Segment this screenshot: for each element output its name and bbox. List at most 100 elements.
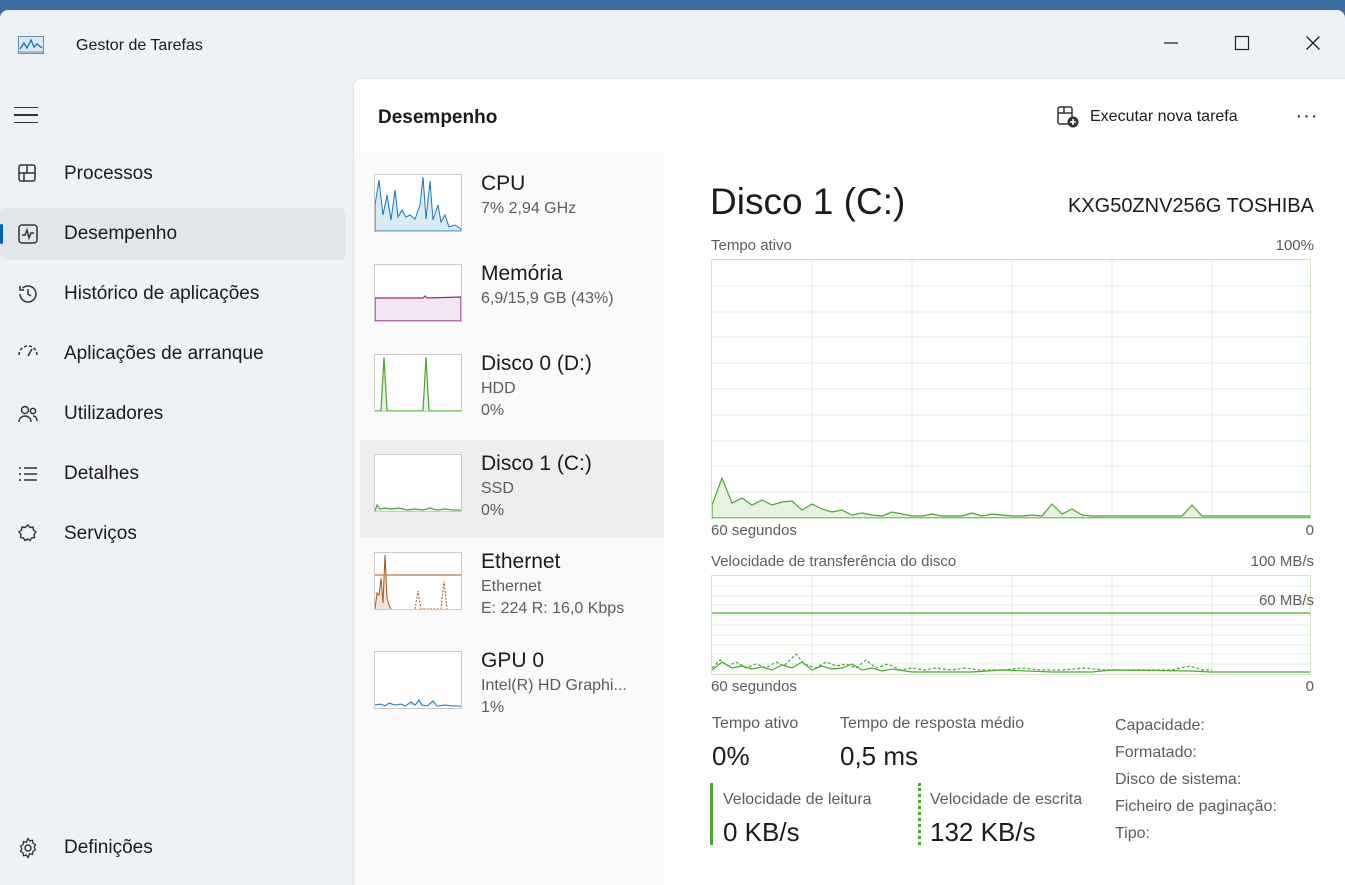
memory-mini-chart — [375, 295, 461, 321]
run-new-task-label: Executar nova tarefa — [1090, 108, 1238, 125]
ethernet-mini-chart — [375, 554, 461, 609]
startup-icon — [18, 345, 38, 357]
nav-label: Histórico de aplicações — [64, 283, 260, 304]
run-new-task-button[interactable]: Executar nova tarefa — [1056, 103, 1238, 131]
active-time-graph-timespan: 60 segundos — [711, 522, 797, 539]
performance-icon — [18, 224, 38, 244]
services-icon — [18, 524, 37, 542]
new-task-icon — [1057, 106, 1079, 128]
close-icon — [1306, 36, 1320, 50]
nav-label: Detalhes — [64, 463, 139, 484]
resource-name: Memória — [481, 262, 563, 285]
transfer-rate-graph-timespan: 60 segundos — [711, 678, 797, 695]
system-disk-label: Disco de sistema: — [1115, 771, 1242, 788]
resource-usage: 1% — [481, 699, 505, 716]
resource-name: CPU — [481, 172, 526, 195]
resource-disk-0[interactable]: Disco 0 (D:) HDD 0% — [360, 340, 666, 438]
write-speed-value: 132 KB/s — [930, 817, 1036, 847]
resource-detail: HDD — [481, 380, 516, 397]
formatted-label: Formatado: — [1115, 744, 1197, 761]
read-speed-label: Velocidade de leitura — [723, 791, 872, 808]
nav-item-utilizadores[interactable]: Utilizadores — [0, 388, 346, 440]
disk-title: Disco 1 (C:) — [710, 181, 906, 222]
read-speed-value: 0 KB/s — [723, 817, 800, 847]
active-time-graph — [711, 259, 1311, 519]
transfer-rate-graph-midline: 60 MB/s — [1258, 592, 1314, 609]
nav-item-processos[interactable]: Processos — [0, 148, 346, 200]
resource-gpu-0[interactable]: GPU 0 Intel(R) HD Graphi... 1% — [360, 637, 666, 735]
active-time-graph-label: Tempo ativo — [711, 237, 792, 254]
resource-name: Disco 0 (D:) — [481, 352, 592, 375]
nav-item-servicos[interactable]: Serviços — [0, 508, 346, 560]
capacity-label: Capacidade: — [1115, 717, 1205, 734]
resource-detail: Intel(R) HD Graphi... — [481, 677, 627, 694]
disk-model: KXG50ZNV256G TOSHIBA — [1067, 195, 1314, 217]
nav-item-definicoes[interactable]: Definições — [0, 822, 346, 874]
disk0-mini-chart — [375, 356, 461, 411]
maximize-button[interactable] — [1219, 20, 1265, 66]
task-manager-window: Gestor de Tarefas Processos Desempenho H… — [0, 10, 1345, 885]
cpu-thumbnail-graph — [374, 174, 462, 232]
nav-label: Desempenho — [64, 223, 178, 244]
nav-item-historico[interactable]: Histórico de aplicações — [0, 268, 346, 320]
resource-usage: 0% — [481, 502, 505, 519]
content-panel: Desempenho Executar nova tarefa ··· CPU … — [353, 78, 1345, 885]
hamburger-icon-line — [14, 121, 38, 124]
transfer-rate-graph-max: 100 MB/s — [1250, 553, 1314, 570]
gpu-thumbnail-graph — [374, 651, 462, 709]
resource-detail: 7% 2,94 GHz — [481, 200, 577, 217]
page-file-label: Ficheiro de paginação: — [1115, 798, 1277, 815]
resource-name: Disco 1 (C:) — [481, 452, 592, 475]
active-time-graph-max: 100% — [1275, 237, 1314, 254]
gear-icon — [19, 837, 37, 859]
hamburger-icon-line — [14, 106, 38, 109]
task-manager-app-icon — [18, 36, 44, 54]
disk-detail-panel: Disco 1 (C:) KXG50ZNV256G TOSHIBA Tempo … — [664, 153, 1345, 885]
ethernet-thumbnail-graph — [374, 552, 462, 610]
nav-item-arranque[interactable]: Aplicações de arranque — [0, 328, 346, 380]
write-speed-legend-bar — [918, 783, 921, 845]
users-icon — [18, 405, 38, 423]
gpu-mini-chart — [375, 699, 461, 707]
disk1-mini-chart — [375, 503, 461, 511]
nav-item-desempenho[interactable]: Desempenho — [0, 208, 346, 260]
type-label: Tipo: — [1115, 825, 1150, 842]
write-speed-label: Velocidade de escrita — [930, 791, 1083, 808]
transfer-rate-graph-min: 0 — [1305, 678, 1314, 695]
more-options-button[interactable]: ··· — [1292, 101, 1322, 131]
response-time-value: 0,5 ms — [840, 741, 919, 771]
details-icon — [19, 467, 37, 481]
page-title: Desempenho — [378, 107, 498, 128]
resource-usage: E: 224 R: 16,0 Kbps — [481, 600, 625, 617]
active-indicator — [0, 224, 3, 244]
response-time-label: Tempo de resposta médio — [840, 715, 1025, 732]
transfer-rate-graph-label: Velocidade de transferência do disco — [711, 553, 957, 570]
resource-ethernet[interactable]: Ethernet Ethernet E: 224 R: 16,0 Kbps — [360, 538, 666, 636]
minimize-button[interactable] — [1148, 20, 1194, 66]
history-icon — [19, 285, 37, 303]
active-time-chart — [711, 260, 1311, 519]
hamburger-menu-button[interactable] — [14, 102, 42, 128]
nav-label: Processos — [64, 163, 153, 184]
disk1-thumbnail-graph — [374, 454, 462, 512]
nav-label: Aplicações de arranque — [64, 343, 264, 364]
active-time-value: 0% — [712, 741, 750, 771]
active-time-graph-min: 0 — [1305, 522, 1314, 539]
transfer-rate-graph — [711, 575, 1311, 675]
resource-memory[interactable]: Memória 6,9/15,9 GB (43%) — [360, 250, 666, 348]
minimize-icon — [1164, 42, 1178, 44]
close-button[interactable] — [1290, 20, 1336, 66]
resource-name: Ethernet — [481, 550, 561, 573]
resource-disk-1[interactable]: Disco 1 (C:) SSD 0% — [360, 440, 666, 538]
nav-label: Utilizadores — [64, 403, 164, 424]
nav-label: Definições — [64, 837, 153, 858]
title-bar: Gestor de Tarefas — [0, 10, 1345, 70]
resource-detail: Ethernet — [481, 578, 542, 595]
nav-item-detalhes[interactable]: Detalhes — [0, 448, 346, 500]
resource-detail: SSD — [481, 480, 514, 497]
nav-label: Serviços — [64, 523, 137, 544]
app-title: Gestor de Tarefas — [76, 37, 203, 54]
resource-cpu[interactable]: CPU 7% 2,94 GHz — [360, 160, 666, 258]
read-speed-legend-bar — [710, 783, 713, 845]
resource-usage: 0% — [481, 402, 505, 419]
